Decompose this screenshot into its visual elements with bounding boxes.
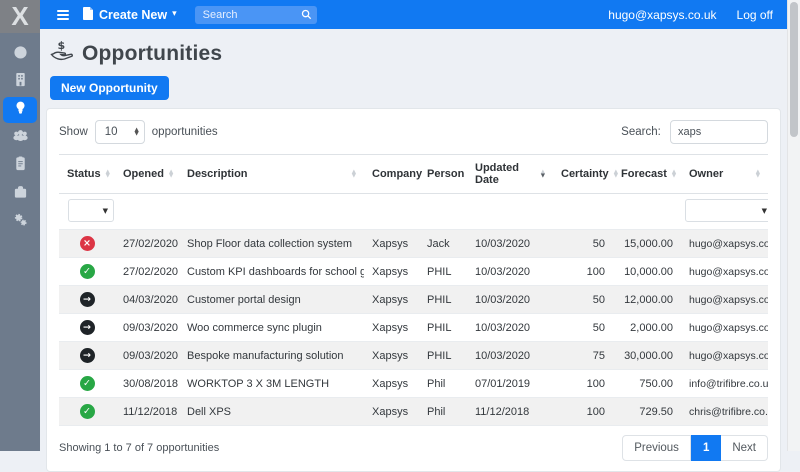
previous-page-button[interactable]: Previous bbox=[622, 435, 691, 461]
status-icon: → bbox=[80, 348, 95, 363]
sidebar-item-documents[interactable] bbox=[3, 153, 37, 179]
clipboard-icon bbox=[13, 156, 28, 176]
top-navbar: Create New ▾ hugo@xapsys.co.uk Log off bbox=[40, 0, 787, 29]
table-search-input[interactable] bbox=[670, 120, 768, 144]
sort-icon: ▲▼ bbox=[106, 170, 110, 179]
status-icon: → bbox=[80, 292, 95, 307]
sidebar-item-opportunities[interactable] bbox=[3, 97, 37, 123]
table-row[interactable]: ✓ 27/02/2020Custom KPI dashboards for sc… bbox=[59, 258, 768, 286]
users-icon bbox=[13, 128, 28, 148]
sidebar: X bbox=[0, 0, 40, 451]
table-row[interactable]: → 09/03/2020Woo commerce sync plugin Xap… bbox=[59, 314, 768, 342]
navbar-search bbox=[195, 5, 317, 24]
sidebar-item-companies[interactable] bbox=[3, 69, 37, 95]
status-icon: ✓ bbox=[80, 376, 95, 391]
sort-icon: ▲▼ bbox=[352, 170, 356, 179]
sort-icon: ▲▼ bbox=[169, 170, 173, 179]
col-header-opened[interactable]: Opened▲▼ bbox=[115, 155, 179, 194]
updown-icon: ▲▼ bbox=[135, 128, 139, 137]
hand-holding-usd-icon: $ bbox=[50, 40, 74, 67]
building-icon bbox=[13, 72, 28, 92]
next-page-button[interactable]: Next bbox=[721, 435, 768, 461]
gears-icon bbox=[13, 212, 28, 232]
file-icon bbox=[83, 7, 94, 23]
col-header-forecast[interactable]: Forecast▲▼ bbox=[613, 155, 681, 194]
showing-summary: Showing 1 to 7 of 7 opportunities bbox=[59, 442, 219, 454]
status-icon: ✓ bbox=[80, 264, 95, 279]
lightbulb-icon bbox=[13, 100, 28, 120]
sidebar-item-jobs[interactable] bbox=[3, 181, 37, 207]
vertical-scrollbar bbox=[787, 0, 800, 451]
show-label: Show bbox=[59, 126, 88, 138]
gauge-icon bbox=[13, 44, 28, 64]
filter-row: ▼ ▼ bbox=[59, 194, 768, 230]
log-off-link[interactable]: Log off bbox=[737, 8, 773, 22]
show-suffix-label: opportunities bbox=[152, 126, 218, 138]
create-new-label: Create New bbox=[99, 8, 167, 22]
table-row[interactable]: → 04/03/2020Customer portal design Xapsy… bbox=[59, 286, 768, 314]
chevron-down-icon: ▼ bbox=[103, 207, 108, 215]
col-header-certainty[interactable]: Certainty▲▼ bbox=[553, 155, 613, 194]
status-icon: → bbox=[80, 320, 95, 335]
menu-icon[interactable] bbox=[57, 10, 69, 20]
sidebar-item-settings[interactable] bbox=[3, 209, 37, 235]
sort-icon: ▲▼ bbox=[672, 170, 676, 179]
briefcase-icon bbox=[13, 184, 28, 204]
header-row: Status▲▼ Opened▲▼ Description▲▼ Company … bbox=[59, 155, 768, 194]
col-header-status[interactable]: Status▲▼ bbox=[59, 155, 115, 194]
main-content: $ Opportunities New Opportunity Show 10 … bbox=[40, 29, 787, 451]
sort-icon: ▲▼ bbox=[614, 170, 618, 179]
user-email[interactable]: hugo@xapsys.co.uk bbox=[608, 8, 716, 22]
col-header-updated-date[interactable]: Updated Date▲▼ bbox=[467, 155, 553, 194]
status-filter-select[interactable]: ▼ bbox=[68, 199, 114, 222]
table-row[interactable]: ✓ 11/12/2018Dell XPS XapsysPhil 11/12/20… bbox=[59, 398, 768, 426]
table-search-label: Search: bbox=[621, 126, 661, 138]
table-row[interactable]: × 27/02/2020Shop Floor data collection s… bbox=[59, 230, 768, 258]
page-title: Opportunities bbox=[82, 42, 222, 66]
owner-filter-select[interactable]: ▼ bbox=[685, 199, 768, 222]
chevron-down-icon: ▼ bbox=[762, 207, 767, 215]
table-row[interactable]: ✓ 30/08/2018WORKTOP 3 X 3M LENGTH Xapsys… bbox=[59, 370, 768, 398]
status-icon: × bbox=[80, 236, 95, 251]
col-header-person[interactable]: Person bbox=[419, 155, 467, 194]
create-new-button[interactable]: Create New ▾ bbox=[83, 7, 177, 23]
col-header-company[interactable]: Company bbox=[364, 155, 419, 194]
col-header-description[interactable]: Description▲▼ bbox=[179, 155, 364, 194]
show-entries-select[interactable]: 10 ▲▼ bbox=[95, 120, 145, 144]
table-row[interactable]: → 09/03/2020Bespoke manufacturing soluti… bbox=[59, 342, 768, 370]
sort-icon: ▲▼ bbox=[756, 170, 760, 179]
sort-desc-icon: ▲▼ bbox=[541, 170, 545, 179]
col-header-owner[interactable]: Owner▲▼ bbox=[681, 155, 768, 194]
opportunities-card: Show 10 ▲▼ opportunities Search: Status▲… bbox=[46, 108, 781, 472]
show-entries-value: 10 bbox=[105, 126, 118, 138]
app-logo[interactable]: X bbox=[0, 0, 40, 33]
sidebar-item-contacts[interactable] bbox=[3, 125, 37, 151]
new-opportunity-button[interactable]: New Opportunity bbox=[50, 76, 169, 100]
pagination: Previous 1 Next bbox=[622, 435, 768, 461]
sidebar-item-dashboard[interactable] bbox=[3, 41, 37, 67]
opportunities-table: Status▲▼ Opened▲▼ Description▲▼ Company … bbox=[59, 154, 768, 426]
navbar-search-input[interactable] bbox=[195, 6, 317, 24]
scrollbar-thumb[interactable] bbox=[790, 2, 798, 137]
chevron-down-icon: ▾ bbox=[172, 10, 177, 19]
status-icon: ✓ bbox=[80, 404, 95, 419]
svg-text:$: $ bbox=[58, 40, 66, 52]
page-1-button[interactable]: 1 bbox=[691, 435, 721, 461]
